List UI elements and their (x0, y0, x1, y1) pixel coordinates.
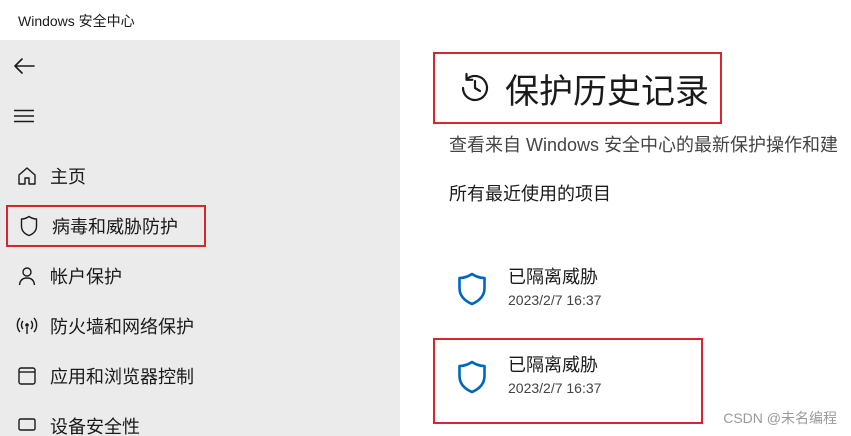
history-status: 已隔离威胁 (508, 355, 598, 375)
sidebar-item-home[interactable]: 主页 (6, 155, 206, 197)
history-timestamp: 2023/2/7 16:37 (508, 380, 602, 396)
title-bar: Windows 安全中心 (0, 0, 851, 40)
history-item[interactable]: 已隔离威胁 2023/2/7 16:37 (454, 353, 704, 403)
wifi-antenna-icon (6, 305, 44, 347)
sidebar: 主页 病毒和威胁防护 帐户保护 防火墙和网络保护 应用和浏览器控制 设备安全性 (0, 40, 400, 436)
sidebar-item-label: 帐户保护 (50, 267, 122, 287)
arrow-left-icon (14, 58, 35, 74)
page-description: 查看来自 Windows 安全中心的最新保护操作和建 (449, 135, 839, 155)
shield-icon (454, 269, 490, 309)
history-clock-icon (451, 64, 499, 112)
sidebar-item-account-protection[interactable]: 帐户保护 (6, 255, 206, 297)
history-status: 已隔离威胁 (508, 267, 598, 287)
sidebar-item-app-browser-control[interactable]: 应用和浏览器控制 (6, 355, 226, 397)
hamburger-icon (14, 109, 34, 123)
sidebar-item-label: 防火墙和网络保护 (50, 317, 194, 337)
history-timestamp: 2023/2/7 16:37 (508, 292, 602, 308)
main-content: 保护历史记录 查看来自 Windows 安全中心的最新保护操作和建 所有最近使用… (400, 40, 851, 436)
section-title: 所有最近使用的项目 (449, 184, 611, 204)
sidebar-item-label: 设备安全性 (50, 417, 140, 436)
home-icon (6, 155, 44, 197)
app-window-icon (6, 355, 44, 397)
back-button[interactable] (10, 52, 38, 80)
sidebar-item-virus-protection[interactable]: 病毒和威胁防护 (6, 205, 206, 247)
history-item[interactable]: 已隔离威胁 2023/2/7 16:37 (454, 265, 704, 315)
sidebar-item-device-security[interactable]: 设备安全性 (6, 405, 206, 436)
shield-icon (454, 357, 490, 397)
page-heading: 保护历史记录 (433, 52, 722, 124)
sidebar-item-label: 主页 (50, 167, 86, 187)
sidebar-item-label: 病毒和威胁防护 (52, 217, 178, 237)
window-title: Windows 安全中心 (18, 13, 135, 29)
device-icon (6, 405, 44, 436)
sidebar-item-firewall[interactable]: 防火墙和网络保护 (6, 305, 226, 347)
page-title: 保护历史记录 (505, 72, 709, 111)
person-icon (6, 255, 44, 297)
watermark: CSDN @未名编程 (723, 410, 837, 426)
shield-icon (8, 205, 46, 247)
menu-button[interactable] (10, 102, 38, 130)
sidebar-item-label: 应用和浏览器控制 (50, 367, 194, 387)
